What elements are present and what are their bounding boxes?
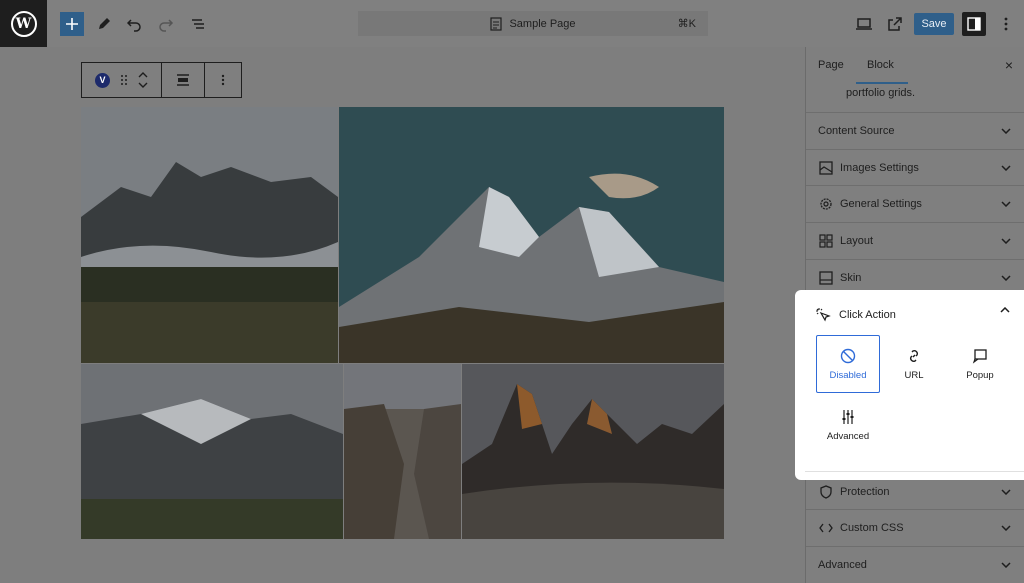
settings-toggle-button[interactable] [962, 12, 986, 36]
view-button[interactable] [852, 12, 876, 36]
popup-icon [972, 348, 987, 364]
save-button[interactable]: Save [914, 13, 954, 35]
move-up-down-icon[interactable] [138, 71, 148, 89]
chevron-down-icon [1001, 238, 1011, 244]
chevron-down-icon [1001, 275, 1011, 281]
chevron-down-icon [1001, 128, 1011, 134]
block-options-button[interactable] [205, 63, 241, 97]
command-shortcut: ⌘K [677, 18, 696, 30]
panel-title: Protection [840, 486, 890, 498]
command-palette-bar[interactable]: Sample Page ⌘K [358, 11, 708, 36]
active-tab-indicator [856, 82, 908, 84]
gallery-image[interactable] [462, 364, 724, 539]
panel-title: Images Settings [840, 162, 919, 174]
click-action-option-popup[interactable]: Popup [948, 335, 1012, 393]
click-action-header[interactable]: Click Action [815, 307, 896, 323]
gallery-image[interactable] [339, 107, 724, 363]
block-type-badge[interactable]: V [95, 72, 110, 88]
editor-top-bar: W Sample Page ⌘K Save [0, 0, 1024, 47]
chevron-down-icon [1001, 165, 1011, 171]
code-icon [818, 520, 834, 536]
panel-title: General Settings [840, 198, 922, 210]
sidebar-tabs: Page Block × [806, 47, 1024, 84]
panel-images-settings[interactable]: Images Settings [806, 149, 1024, 186]
skin-icon [818, 270, 834, 286]
gallery-image[interactable] [81, 364, 343, 539]
sidebar-icon [967, 17, 981, 31]
align-button[interactable] [162, 63, 205, 97]
tools-button[interactable] [92, 12, 116, 36]
add-block-button[interactable] [60, 12, 84, 36]
panel-title: Layout [840, 235, 874, 247]
panel-title: Custom CSS [840, 522, 904, 534]
sliders-icon [842, 409, 854, 424]
panel-advanced[interactable]: Advanced [806, 546, 1024, 583]
plus-icon [66, 18, 78, 30]
tab-block[interactable]: Block [867, 59, 894, 71]
panel-title: Skin [840, 272, 862, 284]
block-parent-group: V [82, 63, 162, 97]
pencil-icon [99, 18, 110, 29]
wordpress-logo[interactable]: W [0, 0, 47, 47]
external-link-icon [888, 17, 902, 31]
block-toolbar: V [81, 62, 242, 98]
panel-title: Content Source [818, 125, 895, 137]
panel-layout[interactable]: Layout [806, 222, 1024, 259]
mountain-photo [462, 364, 724, 539]
click-action-option-advanced[interactable]: Advanced [816, 396, 880, 454]
panel-general-settings[interactable]: General Settings [806, 185, 1024, 222]
redo-icon [159, 19, 174, 32]
cursor-click-icon [816, 308, 831, 322]
more-vertical-icon [221, 74, 225, 86]
chevron-down-icon [1001, 525, 1011, 531]
click-action-title: Click Action [839, 309, 896, 321]
gear-icon [818, 196, 834, 212]
chevron-up-icon[interactable] [1000, 307, 1010, 313]
click-action-option-disabled[interactable]: Disabled [816, 335, 880, 393]
gallery-image[interactable] [81, 107, 338, 363]
option-label: Popup [966, 369, 994, 381]
undo-icon [126, 19, 141, 32]
divider [805, 471, 1024, 472]
drag-handle-icon[interactable] [120, 74, 128, 86]
portfolio-gallery[interactable] [81, 107, 724, 539]
click-action-option-url[interactable]: URL [882, 335, 946, 393]
click-action-panel: Click Action Disabled URL Popup Advanced [795, 290, 1024, 480]
laptop-icon [856, 18, 872, 30]
canyon-photo [344, 364, 461, 539]
list-view-icon [192, 19, 204, 29]
layout-grid-icon [818, 233, 834, 249]
option-label: Disabled [829, 369, 867, 381]
block-description: portfolio grids. [846, 87, 916, 99]
chevron-down-icon [1001, 562, 1011, 568]
option-label: URL [904, 369, 924, 381]
close-sidebar-button[interactable]: × [1005, 57, 1013, 73]
panel-title: Advanced [818, 559, 867, 571]
document-overview-button[interactable] [186, 12, 210, 36]
chevron-down-icon [1001, 489, 1011, 495]
page-icon [490, 16, 503, 31]
wordpress-logo-mark: W [10, 10, 37, 37]
undo-button[interactable] [122, 12, 146, 36]
images-icon [818, 160, 834, 176]
link-icon [910, 349, 918, 362]
panel-custom-css[interactable]: Custom CSS [806, 509, 1024, 546]
mountain-photo [81, 107, 338, 363]
mountain-photo [339, 107, 724, 363]
view-page-button[interactable] [883, 12, 907, 36]
page-title: Sample Page [509, 17, 576, 30]
align-center-icon [177, 74, 189, 86]
more-vertical-icon [1004, 17, 1008, 31]
options-button[interactable] [994, 12, 1018, 36]
option-label: Advanced [826, 430, 870, 442]
mountain-photo [81, 364, 343, 539]
redo-button[interactable] [154, 12, 178, 36]
panel-content-source[interactable]: Content Source [806, 112, 1024, 149]
chevron-down-icon [1001, 201, 1011, 207]
tab-page[interactable]: Page [818, 59, 844, 71]
disabled-icon [840, 348, 856, 363]
gallery-image[interactable] [344, 364, 461, 539]
shield-icon [818, 484, 834, 500]
